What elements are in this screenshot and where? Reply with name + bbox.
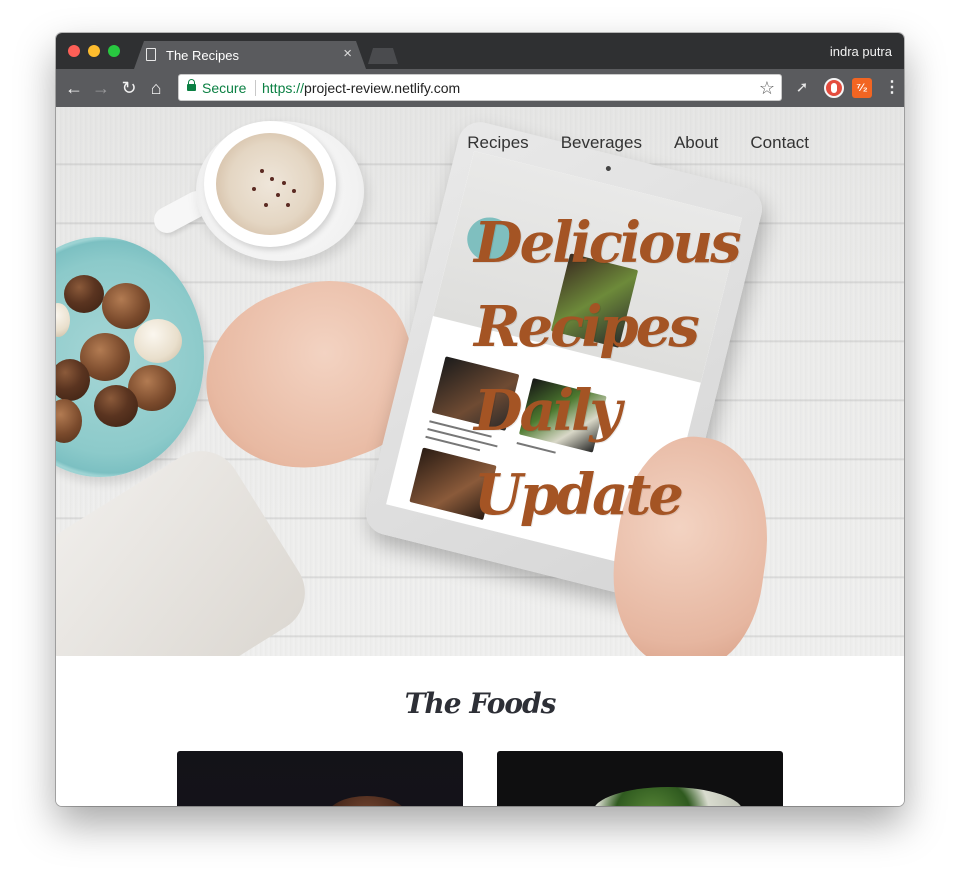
home-icon[interactable]: ⌂	[145, 77, 167, 99]
tab-close-icon[interactable]: ×	[343, 46, 352, 62]
rocket-icon[interactable]: ➚	[792, 78, 812, 98]
headline-line: Delicious	[474, 210, 742, 276]
cocoa-speck	[252, 187, 256, 191]
nav-about[interactable]: About	[674, 133, 718, 153]
hero-headline: Delicious Recipes Daily Update	[474, 201, 744, 537]
cocoa-speck	[286, 203, 290, 207]
tab-title: The Recipes	[166, 48, 239, 63]
new-tab-button[interactable]	[368, 48, 398, 64]
food-card-image	[593, 787, 743, 806]
food-card[interactable]	[497, 751, 783, 806]
hero-image: Recipes Beverages About Contact Deliciou…	[56, 107, 904, 656]
nav-recipes[interactable]: Recipes	[467, 133, 528, 153]
maximize-window-button[interactable]	[108, 45, 120, 57]
url-text[interactable]: https://project-review.netlify.com	[262, 80, 460, 96]
profile-name[interactable]: indra putra	[830, 44, 892, 59]
close-window-button[interactable]	[68, 45, 80, 57]
cocoa-speck	[282, 181, 286, 185]
extension-badge-icon[interactable]: ⁷⁄₂	[852, 78, 872, 98]
shield-icon[interactable]	[824, 78, 844, 98]
cocoa-speck	[264, 203, 268, 207]
title-bar: The Recipes × indra putra	[56, 33, 904, 69]
page-icon	[146, 48, 156, 61]
lock-icon	[187, 79, 196, 91]
url-host: project-review.netlify.com	[304, 80, 461, 96]
forward-arrow-icon[interactable]: →	[90, 77, 112, 99]
cocoa-speck	[292, 189, 296, 193]
tablet-camera	[605, 165, 612, 172]
cocoa-speck	[270, 177, 274, 181]
reload-icon[interactable]: ↻	[118, 77, 140, 99]
truffle	[94, 385, 138, 427]
tab-the-recipes[interactable]: The Recipes ×	[134, 41, 366, 69]
dessert-plate	[56, 237, 204, 477]
secure-label: Secure	[202, 80, 247, 96]
minimize-window-button[interactable]	[88, 45, 100, 57]
site-nav: Recipes Beverages About Contact	[467, 133, 809, 153]
nav-beverages[interactable]: Beverages	[561, 133, 642, 153]
browser-toolbar: ← → ↻ ⌂ Secure https://project-review.ne…	[56, 69, 904, 107]
browser-window: The Recipes × indra putra ← → ↻ ⌂ Secure…	[56, 33, 904, 806]
section-title: The Foods	[404, 687, 557, 720]
url-scheme: https://	[262, 80, 305, 96]
headline-line: Update	[474, 462, 684, 528]
cocoa-speck	[260, 169, 264, 173]
truffle	[64, 275, 104, 313]
omnibox-divider	[255, 80, 256, 96]
truffle	[102, 283, 150, 329]
star-icon[interactable]: ☆	[759, 77, 775, 99]
menu-dots-icon[interactable]: ⋮	[882, 78, 902, 98]
address-bar[interactable]: Secure https://project-review.netlify.co…	[178, 74, 782, 101]
page-viewport: Recipes Beverages About Contact Deliciou…	[56, 107, 904, 806]
coffee	[216, 133, 324, 235]
headline-line: Recipes	[474, 294, 700, 360]
truffle	[134, 319, 182, 363]
cocoa-speck	[276, 193, 280, 197]
food-card[interactable]	[177, 751, 463, 806]
nav-contact[interactable]: Contact	[750, 133, 809, 153]
food-card-image	[327, 796, 407, 806]
back-arrow-icon[interactable]: ←	[63, 77, 85, 99]
headline-line: Daily	[474, 378, 622, 444]
